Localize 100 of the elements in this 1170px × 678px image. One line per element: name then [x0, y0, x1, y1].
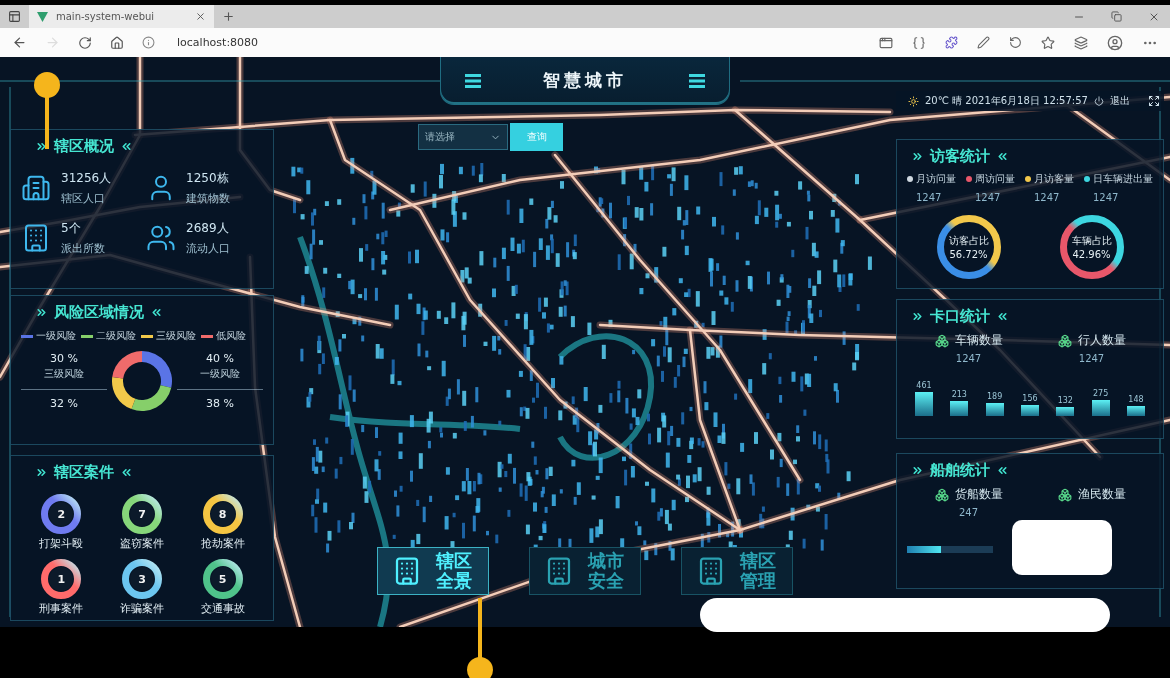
pin-icon	[466, 598, 494, 678]
chart-bar	[985, 403, 1004, 416]
tab-actions-icon[interactable]	[8, 10, 21, 23]
chevrons-right-icon	[911, 310, 924, 323]
chart-bar	[915, 392, 933, 416]
nav-tab[interactable]: 辖区管理	[680, 547, 793, 595]
percent-value: 40 %	[206, 351, 234, 365]
chart-bar	[1091, 400, 1110, 416]
stat-value: 2689人	[186, 220, 230, 237]
bar-label: 156	[1022, 394, 1038, 403]
chevrons-left-icon	[996, 150, 1009, 163]
boxes-icon	[934, 333, 949, 348]
legend-label: 二级风险	[96, 329, 136, 343]
stat-label: 渔民数量	[1077, 486, 1126, 503]
case-label: 盗窃案件	[120, 536, 164, 551]
reload-icon[interactable]	[78, 35, 92, 50]
bar-label: 461	[916, 381, 932, 390]
stat-label: 辖区人口	[61, 191, 106, 206]
donut-reading: 42.96%	[1072, 249, 1111, 260]
chevrons-right-icon	[35, 140, 48, 153]
panel-title: 风险区域情况	[54, 303, 144, 322]
stripes-icon	[463, 72, 483, 89]
stat-value: 1250栋	[186, 170, 230, 187]
stat-value: 31256人	[61, 170, 112, 187]
legend-label: 三级风险	[156, 329, 196, 343]
star-icon[interactable]	[1041, 35, 1055, 50]
chevrons-right-icon	[35, 306, 48, 319]
stat-value: 5个	[61, 220, 82, 237]
braces-icon[interactable]	[912, 35, 926, 50]
chevrons-left-icon	[120, 466, 133, 479]
puzzle-icon[interactable]	[945, 36, 958, 49]
url-field[interactable]: localhost:8080	[173, 34, 263, 51]
legend-label: 日车辆进出量	[1093, 172, 1153, 186]
chevrons-left-icon	[996, 310, 1009, 323]
stat-label: 车辆数量	[954, 332, 1003, 349]
chart-bar	[1056, 407, 1075, 416]
case-label: 交通事故	[200, 601, 245, 616]
chart-bar	[950, 401, 969, 416]
sun-icon	[908, 95, 919, 107]
info-icon[interactable]	[142, 36, 155, 49]
bar-label: 275	[1093, 389, 1109, 398]
callout-label: 三级风险	[44, 366, 84, 381]
stat-label: 货船数量	[954, 486, 1003, 503]
window-icon[interactable]	[879, 35, 893, 50]
browser-tab[interactable]: main-system-webui	[29, 5, 214, 28]
case-label: 打架斗殴	[39, 536, 84, 551]
expand-icon[interactable]	[1148, 95, 1160, 107]
home-icon[interactable]	[110, 35, 124, 50]
stat-label: 派出所数	[61, 241, 105, 256]
nav-tab[interactable]: 城市安全	[529, 547, 641, 595]
boxes-icon	[934, 487, 949, 502]
callout-label: 一级风险	[200, 366, 240, 381]
building-icon	[21, 173, 51, 203]
stat-value: 247	[958, 507, 979, 518]
chart-bar	[1126, 406, 1145, 416]
chevrons-right-icon	[911, 150, 924, 163]
stat-value: 1247	[1092, 192, 1120, 203]
chevrons-right-icon	[35, 466, 48, 479]
panel-title: 访客统计	[930, 147, 990, 166]
case-count: 5	[218, 572, 227, 586]
boxes-icon	[1057, 487, 1072, 502]
stat-value: 1247	[915, 192, 943, 203]
panel-title: 卡口统计	[930, 307, 990, 326]
case-label: 抢劫案件	[200, 536, 245, 551]
bar-label: 132	[1057, 396, 1073, 405]
power-icon[interactable]	[1093, 96, 1104, 106]
legend-label: 月访客量	[1034, 172, 1074, 186]
case-count: 2	[57, 507, 66, 521]
close-icon[interactable]	[195, 11, 206, 22]
donut-reading: 56.72%	[949, 249, 988, 260]
logout-link[interactable]: 退出	[1109, 94, 1130, 108]
nav-tab[interactable]: 辖区全景	[377, 547, 490, 595]
chevrons-left-icon	[996, 464, 1009, 477]
panel-title: 辖区概况	[54, 137, 114, 156]
avatar-icon[interactable]	[1107, 34, 1123, 51]
stripes-icon	[687, 72, 707, 89]
legend-label: 月访问量	[916, 172, 956, 186]
stat-label: 行人数量	[1077, 332, 1126, 349]
legend-label: 周访问量	[975, 172, 1015, 186]
donut-label: 车辆占比	[1071, 234, 1112, 248]
page-title: 智慧城市	[543, 69, 627, 92]
chevrons-left-icon	[150, 306, 163, 319]
restore-icon[interactable]	[1111, 11, 1122, 22]
plus-icon[interactable]	[222, 10, 235, 23]
select-field[interactable]: 请选择	[418, 124, 508, 150]
back-icon[interactable]	[12, 35, 27, 50]
people-icon	[146, 223, 176, 253]
legend-label: 低风险	[216, 329, 246, 343]
chevrons-right-icon	[911, 464, 924, 477]
percent-value: 32 %	[50, 397, 78, 411]
panel-title: 辖区案件	[54, 463, 114, 482]
stat-value: 1247	[974, 192, 1002, 203]
weather-text: 20℃ 晴 2021年6月18日 12:57:57	[925, 94, 1088, 108]
chevrons-left-icon	[120, 140, 133, 153]
boxes-icon	[1057, 333, 1072, 348]
circular-arrow-icon[interactable]	[1009, 36, 1022, 49]
bar-label: 148	[1128, 395, 1144, 404]
pen-icon[interactable]	[977, 36, 990, 49]
bar-label: 189	[987, 392, 1003, 401]
layers-icon[interactable]	[1074, 35, 1088, 50]
